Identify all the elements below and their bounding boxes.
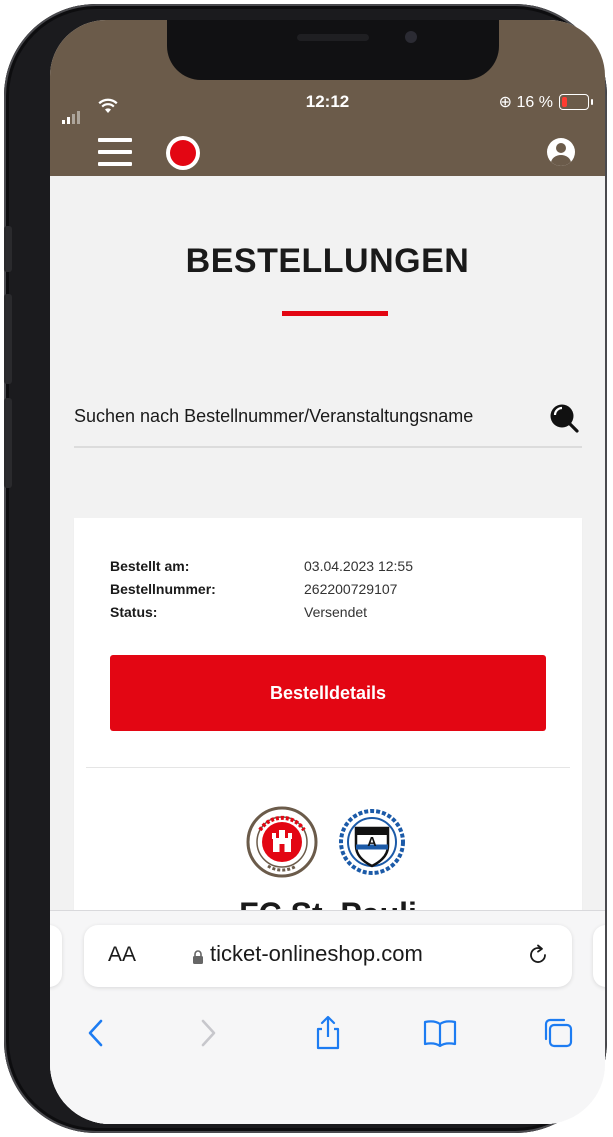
tabs-button[interactable] [538,1013,578,1053]
mute-switch [4,226,12,272]
team-logos: A [246,806,408,878]
order-details-button[interactable]: Bestelldetails [110,655,546,731]
arminia-bielefeld-crest-icon: A [339,809,405,875]
url-text[interactable]: ticket-onlineshop.com [210,941,423,967]
tabs-icon [544,1018,573,1048]
back-button[interactable] [76,1013,116,1053]
status-row: Status: Versendet [110,604,367,620]
browser-toolbar [50,1013,605,1063]
st-pauli-crest-icon [246,806,318,878]
forward-button[interactable] [188,1013,228,1053]
hamburger-menu-button[interactable] [98,138,132,166]
order-number-value: 262200729107 [304,581,398,597]
volume-up-button [4,294,12,384]
search-input-placeholder[interactable]: Suchen nach Bestellnummer/Veranstaltungs… [74,406,473,427]
app-header [50,76,605,176]
search-icon[interactable] [548,402,580,434]
front-camera [405,31,417,43]
reload-icon[interactable] [526,943,550,967]
battery-text: ⊕ 16 % [498,94,553,111]
previous-tab-pill[interactable] [50,925,62,987]
ordered-at-value: 03.04.2023 12:55 [304,558,413,574]
ordered-at-row: Bestellt am: 03.04.2023 12:55 [110,558,413,574]
share-icon [316,1015,340,1050]
battery-icon [559,94,593,110]
bookmarks-icon [423,1020,457,1048]
reader-aa-button[interactable]: AA [108,943,136,967]
search-field[interactable]: Suchen nach Bestellnummer/Veranstaltungs… [74,400,582,448]
share-button[interactable] [308,1013,348,1053]
volume-down-button [4,398,12,488]
club-logo-icon[interactable] [166,136,200,170]
chevron-right-icon [201,1019,216,1047]
status-value: Versendet [304,604,368,620]
bookmarks-button[interactable] [420,1013,460,1053]
ordered-at-label: Bestellt am: [110,558,190,574]
address-bar[interactable]: AA ticket-onlineshop.com [84,925,572,987]
status-label: Status: [110,604,158,620]
screen: 12:12 ⊕ 16 % BESTELLUNGEN Suchen nach Be… [50,20,605,1124]
page-title: BESTELLUNGEN [185,242,470,280]
speaker [297,34,369,41]
title-underline [282,311,388,316]
phone-frame: 12:12 ⊕ 16 % BESTELLUNGEN Suchen nach Be… [4,4,607,1133]
card-divider [86,767,570,768]
notch [167,20,499,80]
user-account-icon[interactable] [547,138,575,166]
svg-text:A: A [367,834,377,849]
browser-bottom-bar: AA ticket-onlineshop.com [50,910,605,1124]
order-number-row: Bestellnummer: 262200729107 [110,581,397,597]
order-number-label: Bestellnummer: [110,581,216,597]
next-tab-pill[interactable] [593,925,605,987]
battery-status: ⊕ 16 % [498,92,593,112]
chevron-left-icon [88,1019,103,1047]
lock-icon [193,950,203,964]
